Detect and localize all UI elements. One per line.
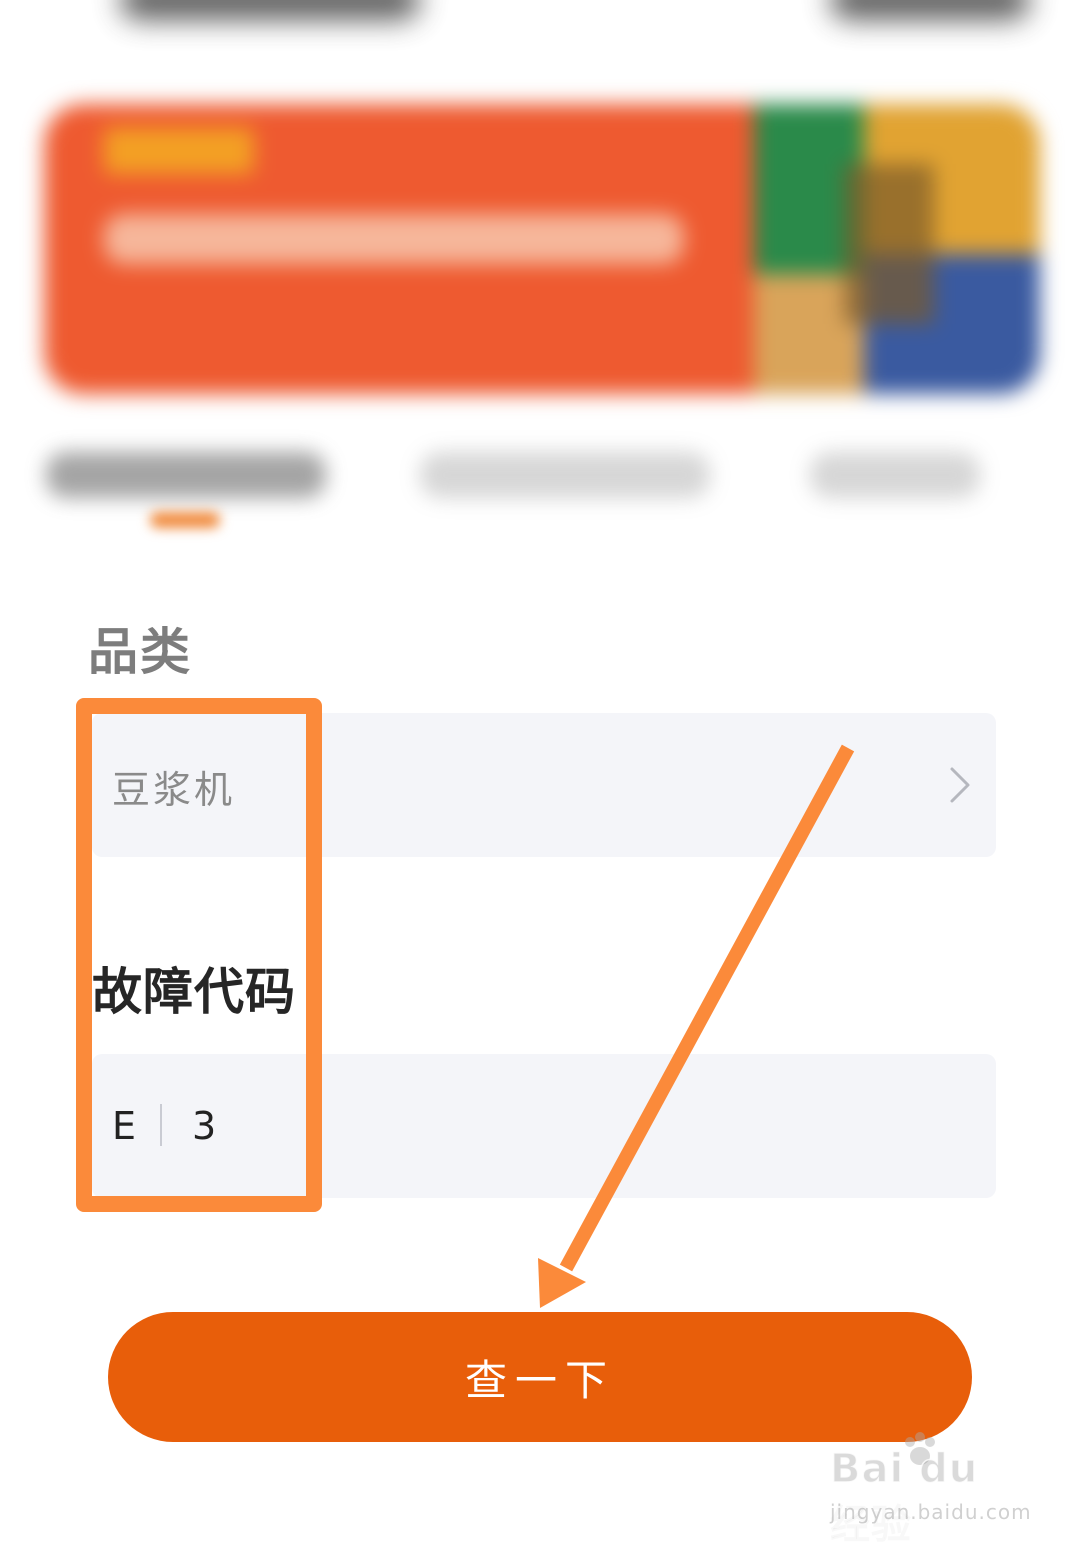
baidu-jingyan-watermark: Bai du 经验 jingyan.baidu.com: [829, 1430, 1032, 1549]
fault-code-char[interactable]: 3: [192, 1094, 216, 1158]
fault-code-label: 故障代码: [92, 963, 296, 1021]
banner-image: [844, 164, 934, 324]
category-label: 品类: [88, 623, 192, 681]
tab-second[interactable]: [420, 452, 710, 498]
tab-first[interactable]: [46, 452, 326, 498]
blurred-title: [120, 0, 420, 20]
chevron-right-icon: [950, 767, 970, 803]
fault-code-separator: [160, 1104, 162, 1146]
promo-banner[interactable]: [44, 104, 1040, 394]
fault-code-input[interactable]: E 3: [92, 1054, 996, 1198]
watermark-brand: Bai du 经验: [829, 1445, 979, 1549]
category-selector[interactable]: 豆浆机: [92, 713, 996, 857]
tab-active-indicator: [150, 512, 220, 528]
blurred-header-region: [0, 0, 1079, 680]
watermark-url: jingyan.baidu.com: [830, 1500, 1032, 1524]
blurred-header-icons: [830, 0, 1030, 20]
fault-code-char[interactable]: E: [112, 1094, 136, 1158]
banner-headline: [104, 214, 684, 264]
query-button[interactable]: 查一下: [108, 1312, 972, 1442]
category-value: 豆浆机: [112, 768, 236, 812]
tab-third[interactable]: [810, 452, 980, 498]
banner-tag: [104, 128, 254, 174]
